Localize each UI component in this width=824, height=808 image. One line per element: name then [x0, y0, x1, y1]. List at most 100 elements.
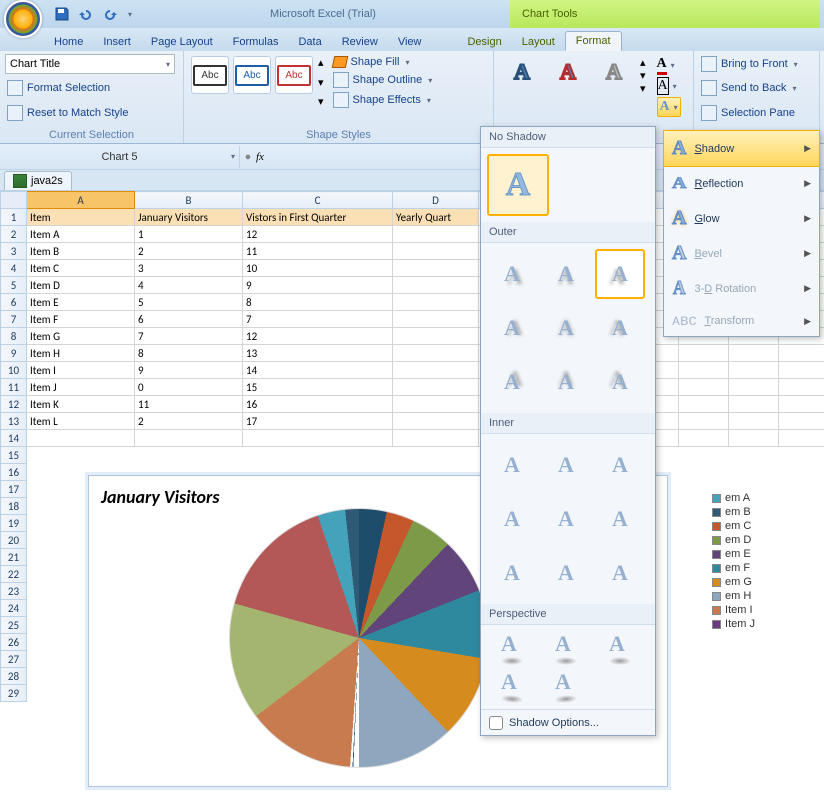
- shadow-options-button[interactable]: Shadow Options...: [481, 709, 655, 736]
- shadow-preset-inner-7[interactable]: A: [487, 548, 537, 598]
- tab-page-layout[interactable]: Page Layout: [141, 33, 223, 51]
- shadow-preset-inner-3[interactable]: A: [595, 440, 645, 490]
- ribbon-tabs: Home Insert Page Layout Formulas Data Re…: [0, 28, 824, 51]
- tab-layout[interactable]: Layout: [512, 33, 565, 51]
- gallery-more-icon[interactable]: ▾: [318, 95, 324, 108]
- tab-formulas[interactable]: Formulas: [223, 33, 289, 51]
- text-effects-shadow[interactable]: AShadow▶: [663, 130, 820, 167]
- shape-outline-button[interactable]: Shape Outline▾: [331, 70, 435, 90]
- redo-icon[interactable]: [102, 6, 118, 22]
- wordart-style-2[interactable]: A: [560, 59, 576, 85]
- col-header-C[interactable]: C: [243, 192, 393, 209]
- gallery-down-icon[interactable]: ▾: [318, 76, 324, 89]
- shadow-preset-persp-2[interactable]: A: [541, 631, 591, 665]
- shape-style-3[interactable]: Abc: [277, 65, 310, 86]
- outline-icon: [333, 72, 349, 88]
- tab-insert[interactable]: Insert: [93, 33, 141, 51]
- gallery-up-icon[interactable]: ▴: [640, 56, 646, 69]
- shape-style-2[interactable]: Abc: [235, 65, 268, 86]
- tab-home[interactable]: Home: [44, 33, 93, 51]
- text-effects-3d-rotation[interactable]: A3-D Rotation▶: [664, 271, 819, 306]
- tab-review[interactable]: Review: [332, 33, 388, 51]
- bring-to-front-button[interactable]: Bring to Front▾: [699, 54, 814, 74]
- shape-style-gallery[interactable]: Abc Abc Abc ▴ ▾ ▾: [189, 54, 327, 110]
- shadow-preset-outer-6[interactable]: A: [595, 303, 645, 353]
- chevron-right-icon: ▶: [804, 143, 811, 154]
- text-outline-button[interactable]: A▾: [657, 77, 681, 95]
- shadow-preset-inner-2[interactable]: A: [541, 440, 591, 490]
- wordart-style-3[interactable]: A: [606, 59, 622, 85]
- shadow-preset-persp-3[interactable]: A: [595, 631, 645, 665]
- shadow-preset-persp-1[interactable]: A: [487, 631, 537, 665]
- text-effects-flyout: AShadow▶ AReflection▶ AGlow▶ ABevel▶ A3-…: [663, 130, 820, 337]
- cell[interactable]: Item: [27, 209, 135, 226]
- gallery-more-icon[interactable]: ▾: [640, 82, 646, 95]
- shape-fill-button[interactable]: Shape Fill▾: [331, 54, 435, 70]
- cell[interactable]: Yearly Quart: [393, 209, 479, 226]
- workbook-tab[interactable]: java2s: [4, 171, 72, 190]
- send-to-back-button[interactable]: Send to Back▾: [699, 78, 814, 98]
- office-button[interactable]: [4, 0, 42, 38]
- col-header-A[interactable]: A: [27, 192, 135, 209]
- undo-icon[interactable]: [78, 6, 94, 22]
- shape-effects-button[interactable]: Shape Effects▾: [331, 90, 435, 110]
- format-selection-button[interactable]: Format Selection: [5, 78, 178, 98]
- col-header-D[interactable]: D: [393, 192, 479, 209]
- shadow-preset-none[interactable]: A: [487, 154, 549, 216]
- shadow-preset-inner-9[interactable]: A: [595, 548, 645, 598]
- chart-element-dropdown[interactable]: Chart Title ▾: [5, 54, 175, 74]
- name-box[interactable]: Chart 5▾: [0, 146, 240, 168]
- selection-pane-icon: [701, 105, 717, 121]
- fx-icon[interactable]: fx: [256, 151, 264, 163]
- shadow-preset-outer-7[interactable]: A: [487, 357, 537, 407]
- chart-legend[interactable]: em A em B em C em D em E em F em G em H …: [712, 490, 755, 632]
- shadow-preset-outer-3[interactable]: A: [595, 249, 645, 299]
- shadow-preset-outer-4[interactable]: A: [487, 303, 537, 353]
- shadow-section-no-shadow: No Shadow: [481, 127, 655, 148]
- shadow-preset-persp-5[interactable]: A: [541, 669, 591, 703]
- pie-chart-plot[interactable]: [229, 508, 489, 768]
- tab-view[interactable]: View: [388, 33, 432, 51]
- shadow-section-outer: Outer: [481, 222, 655, 243]
- shadow-preset-inner-8[interactable]: A: [541, 548, 591, 598]
- text-effects-button[interactable]: A▾: [657, 97, 681, 117]
- shape-style-1[interactable]: Abc: [193, 65, 226, 86]
- cell[interactable]: Vistors in First Quarter: [243, 209, 393, 226]
- tab-design[interactable]: Design: [457, 33, 511, 51]
- effects-icon: [333, 92, 349, 108]
- text-effects-bevel[interactable]: ABevel▶: [664, 236, 819, 271]
- chart-title[interactable]: January Visitors: [101, 486, 219, 508]
- shadow-preset-outer-1[interactable]: A: [487, 249, 537, 299]
- chevron-down-icon[interactable]: ▾: [231, 152, 235, 161]
- row-header[interactable]: 1: [1, 209, 27, 226]
- shadow-preset-inner-5[interactable]: A: [541, 494, 591, 544]
- select-all-corner[interactable]: [1, 192, 27, 209]
- shadow-presets-flyout: No Shadow A Outer A A A A A A A A A Inne…: [480, 126, 656, 736]
- shadow-preset-persp-4[interactable]: A: [487, 669, 537, 703]
- gallery-down-icon[interactable]: ▾: [640, 69, 646, 82]
- shadow-preset-inner-4[interactable]: A: [487, 494, 537, 544]
- shadow-preset-inner-1[interactable]: A: [487, 440, 537, 490]
- shadow-preset-outer-5[interactable]: A: [541, 303, 591, 353]
- tab-format[interactable]: Format: [565, 31, 622, 51]
- text-fill-button[interactable]: A▾: [657, 56, 681, 75]
- wordart-style-gallery[interactable]: A A A ▴ ▾ ▾: [499, 54, 649, 96]
- shadow-preset-outer-9[interactable]: A: [595, 357, 645, 407]
- col-header-B[interactable]: B: [135, 192, 243, 209]
- text-effects-transform[interactable]: ᴀʙᴄTransform▶: [664, 306, 819, 336]
- tab-data[interactable]: Data: [288, 33, 331, 51]
- titlebar: ▾ Microsoft Excel (Trial) Chart Tools: [0, 0, 824, 28]
- reset-to-match-button[interactable]: Reset to Match Style: [5, 103, 178, 123]
- shadow-preset-inner-6[interactable]: A: [595, 494, 645, 544]
- gallery-up-icon[interactable]: ▴: [318, 56, 324, 69]
- shadow-preset-outer-2[interactable]: A: [541, 249, 591, 299]
- wordart-style-1[interactable]: A: [514, 59, 530, 85]
- format-selection-icon: [7, 80, 23, 96]
- text-effects-glow[interactable]: AGlow▶: [664, 201, 819, 236]
- save-icon[interactable]: [54, 6, 70, 22]
- shadow-preset-outer-8[interactable]: A: [541, 357, 591, 407]
- shadow-options-icon: [489, 716, 503, 730]
- text-effects-reflection[interactable]: AReflection▶: [664, 166, 819, 201]
- selection-pane-button[interactable]: Selection Pane: [699, 103, 814, 123]
- cell[interactable]: January Visitors: [135, 209, 243, 226]
